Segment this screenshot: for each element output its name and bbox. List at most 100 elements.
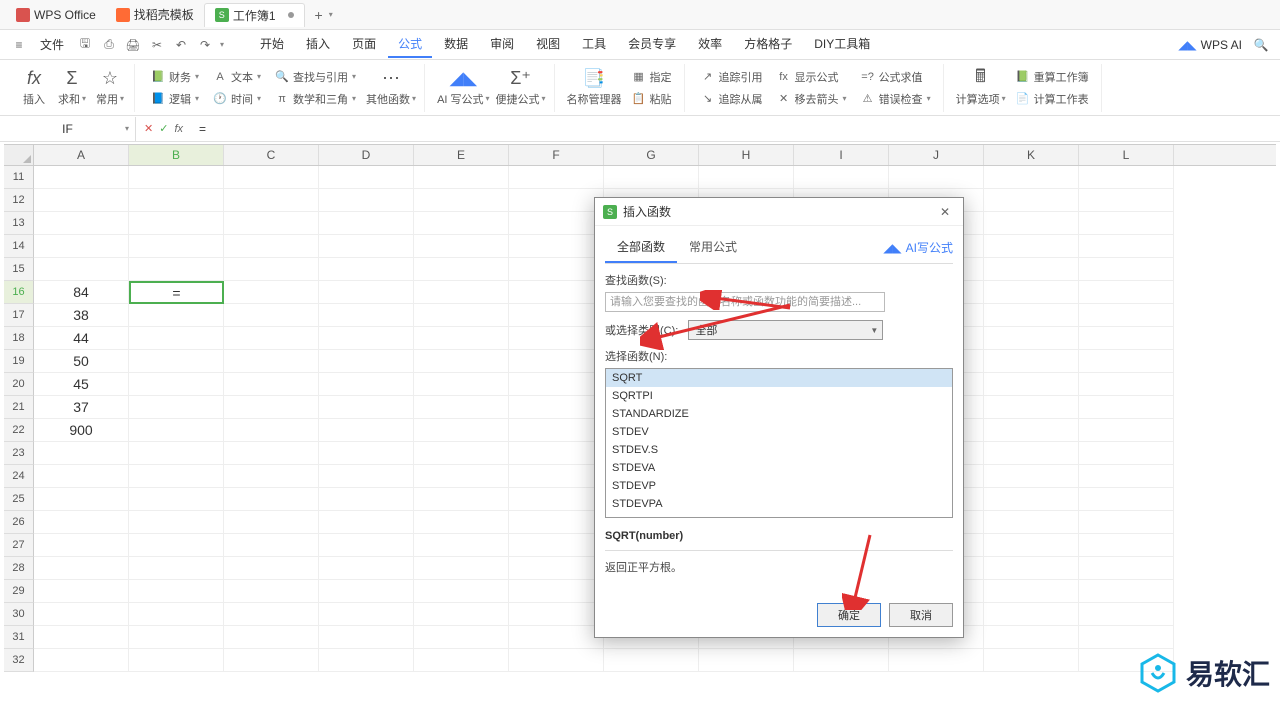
cell[interactable] [319,281,414,304]
cell[interactable] [509,189,604,212]
row-header[interactable]: 13 [4,212,34,235]
quick-formula-button[interactable]: Σ⁺ 便捷公式▾ [496,66,546,110]
cell[interactable] [509,557,604,580]
title-tab-wps[interactable]: WPS Office [6,3,106,27]
cell[interactable] [34,580,129,603]
function-list-item[interactable]: STDEVA [606,459,952,477]
cell[interactable] [984,488,1079,511]
cell[interactable] [414,419,509,442]
row-header[interactable]: 20 [4,373,34,396]
cell[interactable] [34,511,129,534]
cell[interactable] [414,580,509,603]
dialog-tab-all[interactable]: 全部函数 [605,232,677,263]
wps-ai-button[interactable]: ◢◣ WPS AI [1178,38,1242,52]
file-menu[interactable]: 文件 [34,36,70,53]
cell[interactable] [129,304,224,327]
cell[interactable] [129,511,224,534]
cell[interactable] [129,580,224,603]
cell[interactable] [319,626,414,649]
insert-fn-button[interactable]: fx 插入 [18,66,50,110]
cell[interactable] [509,350,604,373]
cell[interactable] [984,304,1079,327]
cell[interactable] [129,189,224,212]
cell[interactable] [319,304,414,327]
function-list-item[interactable]: SQRTPI [606,387,952,405]
cell[interactable] [129,626,224,649]
cell[interactable] [319,465,414,488]
cell[interactable] [1079,488,1174,511]
column-header[interactable]: A [34,145,129,165]
cell[interactable] [129,419,224,442]
menu-tab[interactable]: 方格格子 [734,31,802,58]
cell[interactable] [984,258,1079,281]
cell[interactable] [224,396,319,419]
cell[interactable] [509,626,604,649]
cell[interactable] [509,327,604,350]
cell[interactable] [319,442,414,465]
cell[interactable] [984,373,1079,396]
cell[interactable] [319,327,414,350]
cell[interactable] [129,166,224,189]
cell[interactable] [129,235,224,258]
formula-input[interactable]: = [191,122,1280,136]
column-header[interactable]: I [794,145,889,165]
cell[interactable] [984,396,1079,419]
cell[interactable] [129,603,224,626]
undo-icon[interactable]: ↶ [172,36,190,54]
cell[interactable] [509,235,604,258]
menu-hamburger-icon[interactable]: ≡ [10,36,28,54]
function-list-item[interactable]: STDEV.S [606,441,952,459]
cell[interactable] [34,235,129,258]
cell[interactable] [34,488,129,511]
column-header[interactable]: C [224,145,319,165]
column-header[interactable]: E [414,145,509,165]
row-header[interactable]: 30 [4,603,34,626]
cell[interactable] [129,350,224,373]
cell[interactable] [414,534,509,557]
cell[interactable] [509,212,604,235]
cell[interactable] [224,373,319,396]
cell[interactable] [224,534,319,557]
save-icon[interactable]: 🖫 [76,36,94,54]
cell[interactable] [319,557,414,580]
column-header[interactable]: D [319,145,414,165]
cell[interactable] [509,304,604,327]
cell[interactable] [319,603,414,626]
column-header[interactable]: L [1079,145,1174,165]
row-header[interactable]: 23 [4,442,34,465]
cell[interactable] [414,327,509,350]
redo-icon[interactable]: ↷ [196,36,214,54]
calc-options-button[interactable]: 🖩 计算选项▾ [956,66,1006,110]
row-header[interactable]: 14 [4,235,34,258]
cell[interactable] [414,258,509,281]
cell[interactable] [1079,212,1174,235]
cell[interactable] [224,649,319,672]
column-header[interactable]: B [129,145,224,165]
add-tab-button[interactable]: + [315,7,323,23]
cell[interactable] [509,442,604,465]
function-list-item[interactable]: STANDARDIZE [606,405,952,423]
cell[interactable] [224,189,319,212]
menu-tab[interactable]: 工具 [572,31,616,58]
cell[interactable] [34,534,129,557]
cell[interactable] [1079,442,1174,465]
cell[interactable] [34,189,129,212]
function-list-item[interactable]: STDEVPA [606,495,952,513]
time-button[interactable]: 🕐时间▾ [209,89,265,109]
row-header[interactable]: 31 [4,626,34,649]
cell[interactable] [414,488,509,511]
cell[interactable] [224,626,319,649]
cell[interactable] [129,649,224,672]
math-button[interactable]: π数学和三角▾ [271,89,360,109]
cell[interactable] [414,189,509,212]
cell[interactable] [984,166,1079,189]
cell[interactable] [319,580,414,603]
cell[interactable] [224,465,319,488]
function-list-item[interactable]: STDEVP [606,477,952,495]
cell[interactable] [224,603,319,626]
cell[interactable] [224,281,319,304]
cell[interactable] [319,373,414,396]
search-input[interactable]: 请输入您要查找的函数名称或函数功能的简要描述... [605,292,885,312]
cell[interactable] [794,649,889,672]
cell[interactable] [1079,235,1174,258]
